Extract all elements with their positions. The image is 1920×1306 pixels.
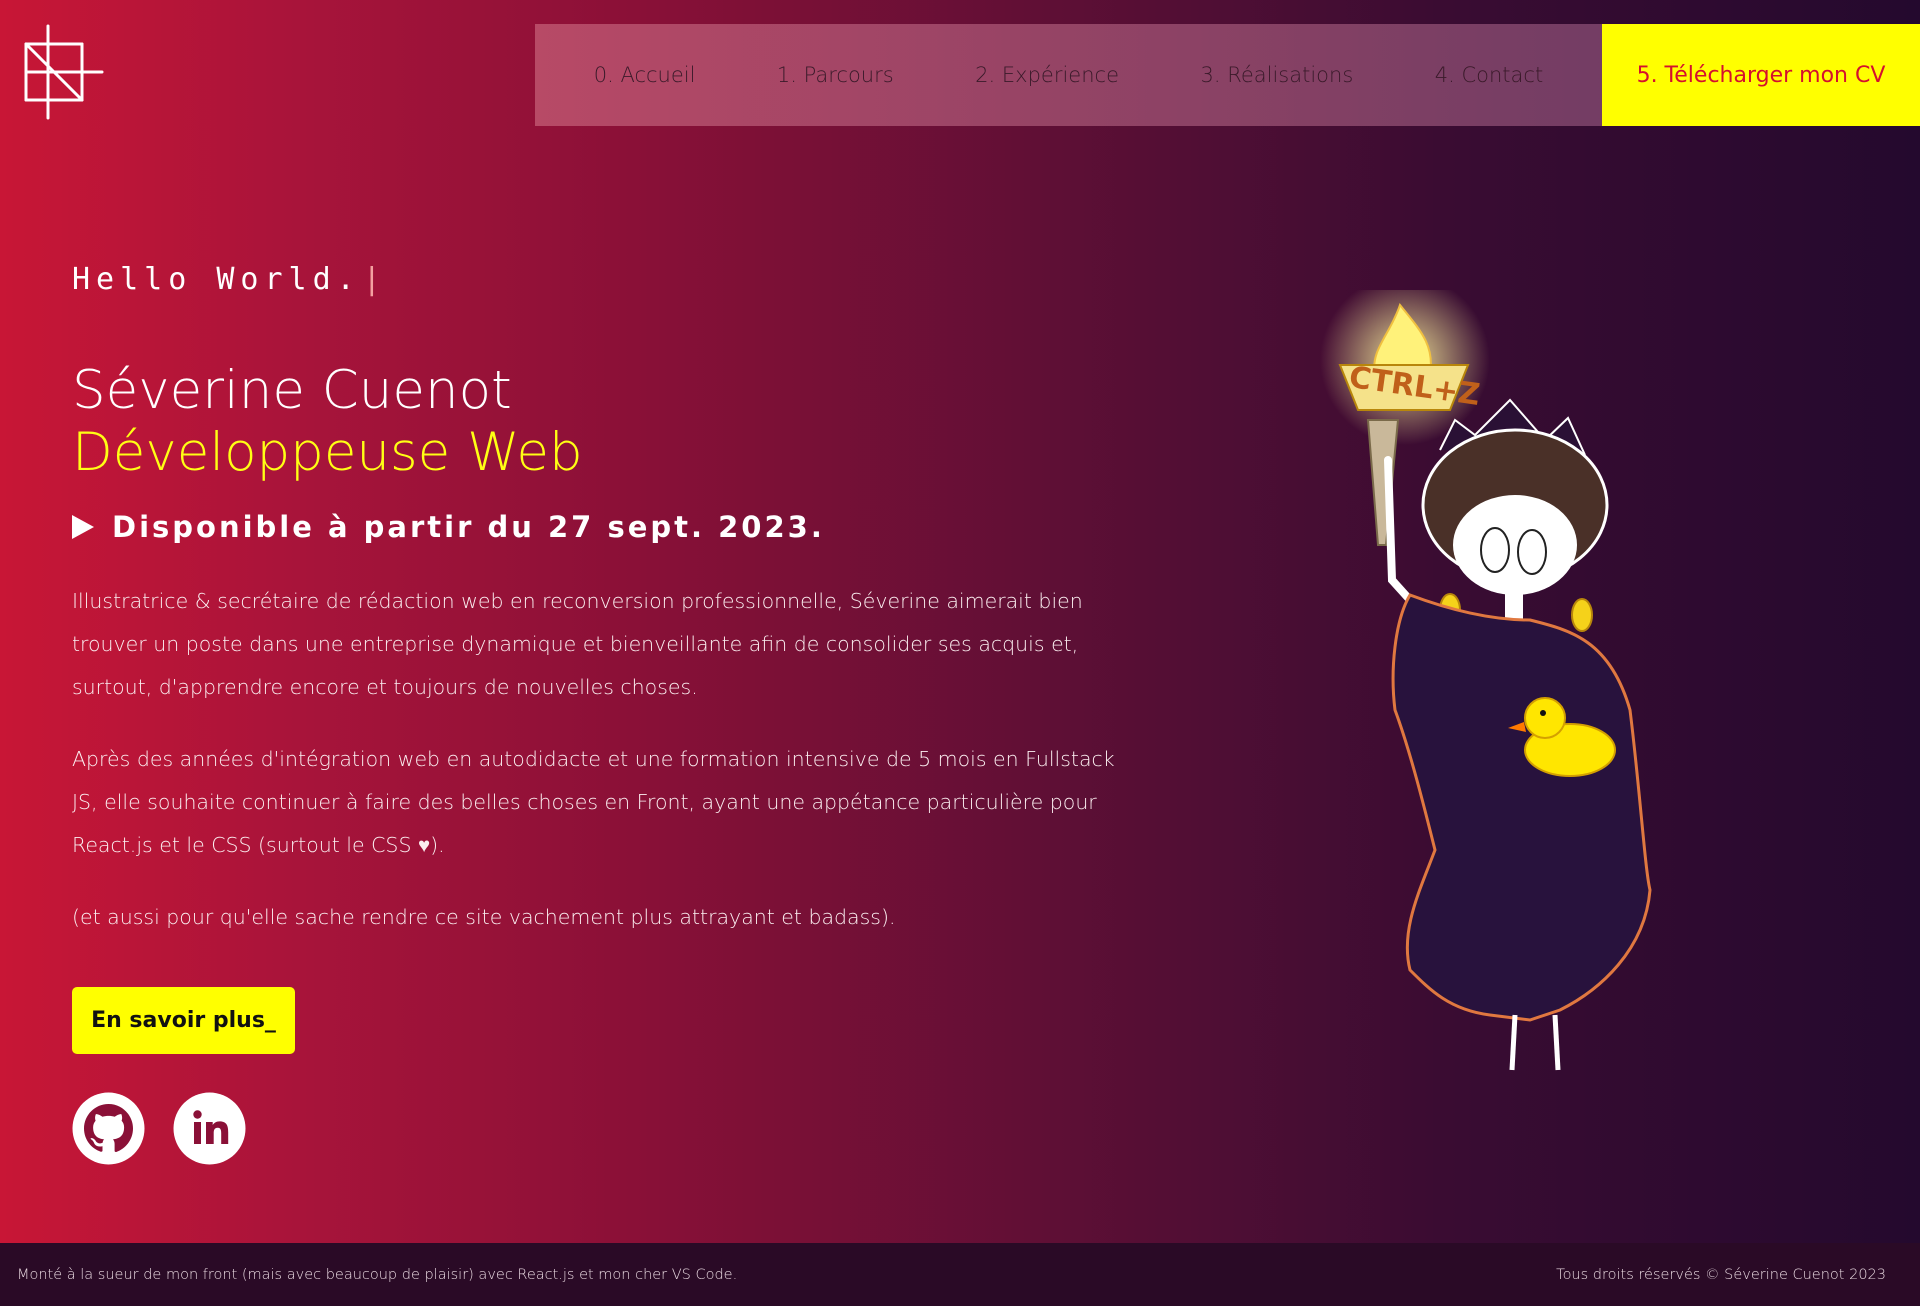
left-leg	[1509, 1014, 1518, 1071]
linkedin-icon[interactable]	[173, 1092, 246, 1165]
availability-text: Disponible à partir du 27 sept. 2023.	[112, 510, 825, 544]
github-icon[interactable]	[72, 1092, 145, 1165]
logo-icon[interactable]	[22, 24, 104, 120]
left-eye	[1480, 527, 1510, 573]
nav-item-accueil[interactable]: 0. Accueil	[594, 63, 696, 87]
intro-paragraph-2: Après des années d'intégration web en au…	[72, 747, 1115, 857]
hello-world-heading: Hello World.|	[72, 262, 387, 297]
typing-caret: |	[362, 262, 387, 297]
learn-more-button[interactable]: En savoir plus_	[72, 987, 295, 1054]
face	[1453, 495, 1577, 595]
hello-text: Hello World.	[72, 262, 361, 297]
footer: Monté à la sueur de mon front (mais avec…	[0, 1243, 1920, 1306]
main-nav: 0. Accueil 1. Parcours 2. Expérience 3. …	[535, 24, 1920, 126]
right-leg	[1552, 1014, 1561, 1071]
nav-items: 0. Accueil 1. Parcours 2. Expérience 3. …	[535, 24, 1602, 126]
download-cv-button[interactable]: 5. Télécharger mon CV	[1602, 24, 1920, 126]
raised-arm	[1384, 456, 1414, 604]
intro-paragraph-3: (et aussi pour qu'elle sache rendre ce s…	[72, 905, 896, 929]
footer-copyright: Tous droits réservés © Séverine Cuenot 2…	[1556, 1266, 1886, 1283]
nav-item-parcours[interactable]: 1. Parcours	[777, 63, 894, 87]
job-title: Développeuse Web	[72, 422, 583, 483]
nav-item-contact[interactable]: 4. Contact	[1435, 63, 1543, 87]
character-illustration: CTRL+Z	[1320, 290, 1652, 1071]
right-eye	[1517, 529, 1547, 575]
play-arrow-icon	[72, 515, 94, 539]
intro-paragraph-1: Illustratrice & secrétaire de rédaction …	[72, 589, 1083, 699]
footer-credit: Monté à la sueur de mon front (mais avec…	[17, 1266, 738, 1283]
availability: Disponible à partir du 27 sept. 2023.	[72, 510, 825, 544]
robe	[1391, 593, 1652, 1022]
nav-item-experience[interactable]: 2. Expérience	[975, 63, 1119, 87]
right-earring	[1571, 598, 1593, 632]
nav-item-realisations[interactable]: 3. Réalisations	[1200, 63, 1353, 87]
neck	[1505, 590, 1523, 620]
person-name: Séverine Cuenot	[72, 360, 512, 421]
